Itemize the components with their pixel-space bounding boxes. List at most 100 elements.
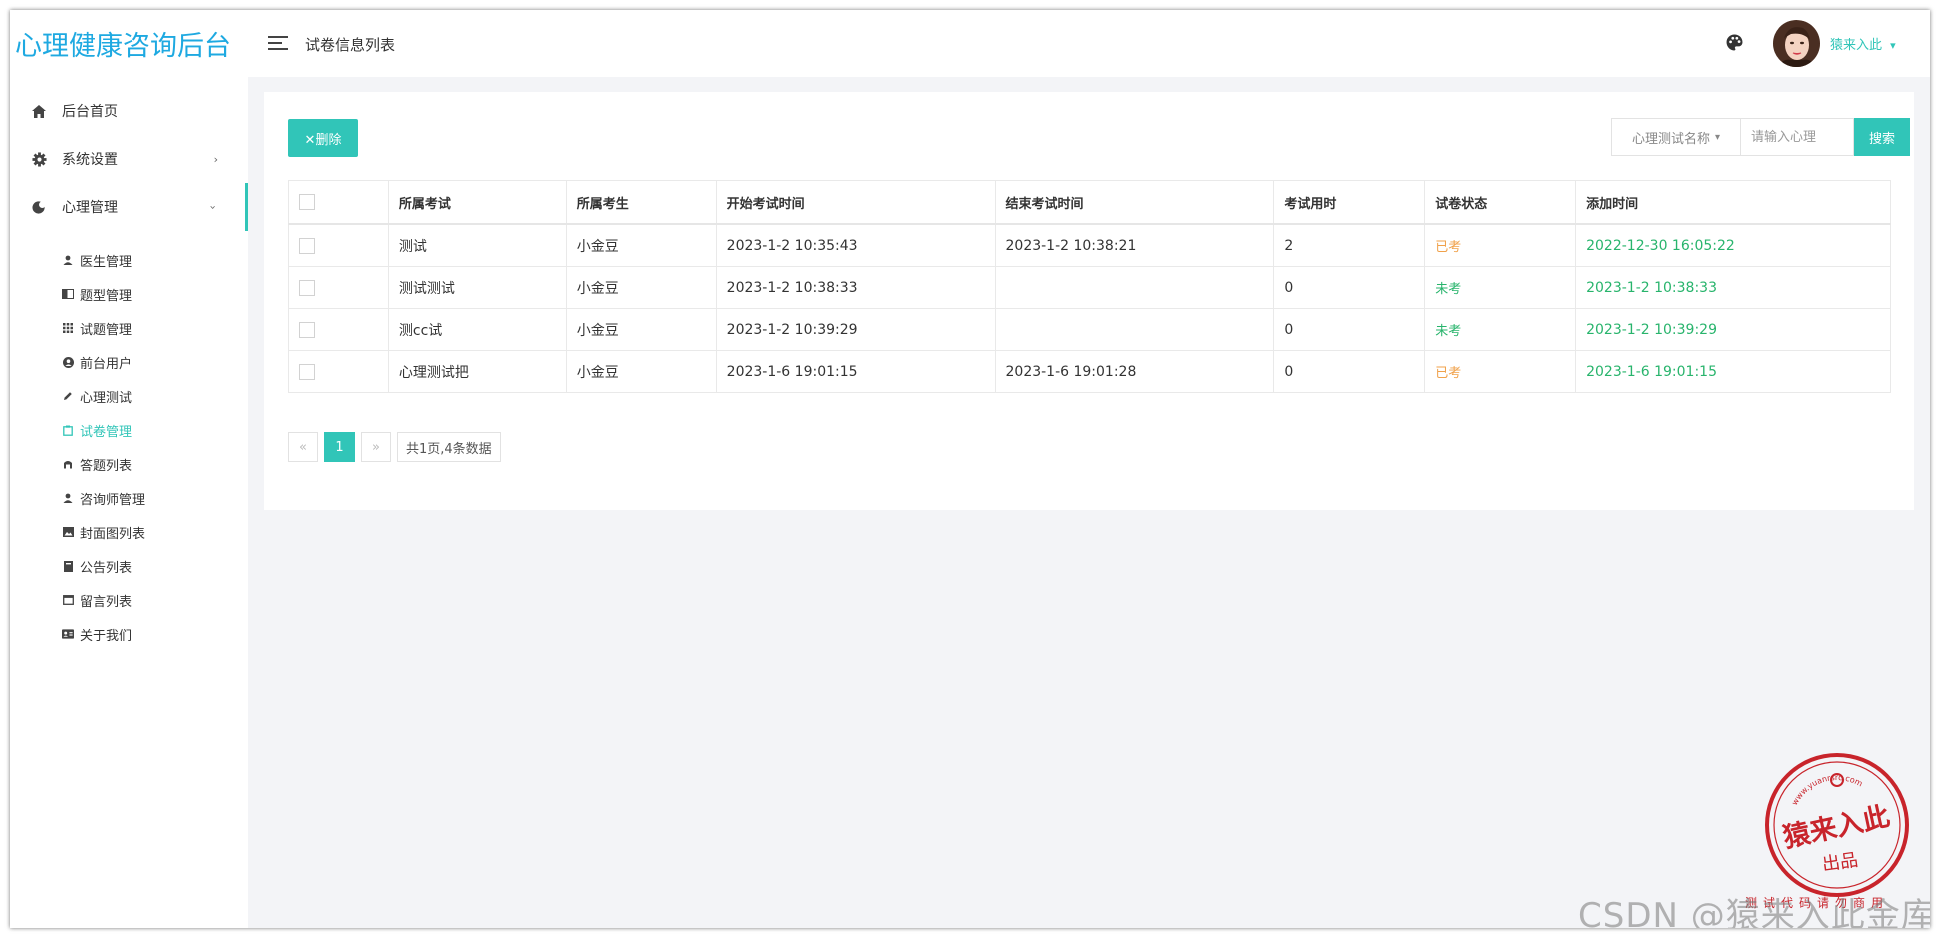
cell-start-time: 2023-1-2 10:38:33: [715, 266, 996, 309]
pagination-page-1[interactable]: 1: [324, 432, 355, 462]
stamp-main-text: 猿来入此: [1779, 801, 1892, 854]
column-header: 结束考试时间: [994, 180, 1275, 225]
row-checkbox[interactable]: [299, 237, 315, 254]
stamp-sub-text: 出品: [1821, 850, 1860, 876]
cell-student: 小金豆: [565, 223, 717, 267]
palette-icon[interactable]: [1726, 34, 1743, 55]
delete-button[interactable]: ✕删除: [288, 119, 358, 157]
table-row: 测cc试 小金豆 2023-1-2 10:39:29 0 未考 2023-1-2…: [288, 308, 1891, 351]
sidebar-subitem-questions[interactable]: 试题管理: [10, 311, 248, 345]
table-header-row: 所属考试 所属考生 开始考试时间 结束考试时间 考试用时 试卷状态 添加时间: [288, 180, 1891, 225]
puzzle-icon: [62, 459, 74, 469]
csdn-watermark: CSDN @猿来入此金库: [1578, 896, 1930, 928]
app-logo-title[interactable]: 心理健康咨询后台: [15, 24, 231, 63]
sidebar-subitem-counselors[interactable]: 咨询师管理: [10, 481, 248, 515]
caret-down-icon: ▾: [1714, 131, 1721, 143]
cell-start-time: 2023-1-6 19:01:15: [715, 350, 996, 393]
sidebar-item-home[interactable]: 后台首页: [10, 87, 248, 135]
sidebar-subitem-question-types[interactable]: 题型管理: [10, 277, 248, 311]
cell-duration: 0: [1273, 266, 1426, 309]
row-checkbox[interactable]: [299, 363, 315, 380]
cell-exam: 测cc试: [387, 308, 567, 351]
search-button[interactable]: 搜索: [1854, 118, 1910, 156]
avatar[interactable]: [1773, 20, 1820, 67]
papers-table: 所属考试 所属考生 开始考试时间 结束考试时间 考试用时 试卷状态 添加时间 测…: [288, 180, 1891, 393]
sidebar-item-label: 系统设置: [62, 152, 118, 168]
cell-start-time: 2023-1-2 10:35:43: [715, 223, 996, 267]
row-checkbox[interactable]: [299, 279, 315, 296]
sidebar-subitem-covers[interactable]: 封面图列表: [10, 515, 248, 549]
sidebar-subitem-label: 留言列表: [80, 594, 133, 610]
menu-toggle-icon[interactable]: [268, 36, 288, 50]
globe-icon: [30, 200, 48, 215]
notebook-icon: [62, 560, 74, 572]
cell-status: 未考: [1424, 308, 1577, 351]
cell-added-time: 2023-1-6 19:01:15: [1575, 350, 1891, 393]
table-row: 测试测试 小金豆 2023-1-2 10:38:33 0 未考 2023-1-2…: [288, 266, 1891, 309]
column-header: 考试用时: [1273, 180, 1426, 225]
column-header: 所属考生: [565, 180, 717, 225]
cell-end-time: 2023-1-6 19:01:28: [994, 350, 1275, 393]
sidebar-subitem-label: 试题管理: [80, 322, 133, 338]
column-header: 开始考试时间: [715, 180, 996, 225]
sidebar-subitem-label: 封面图列表: [80, 526, 146, 542]
cell-start-time: 2023-1-2 10:39:29: [715, 308, 996, 351]
cell-status: 未考: [1424, 266, 1577, 309]
id-card-icon: [62, 629, 74, 639]
table-row: 测试 小金豆 2023-1-2 10:35:43 2023-1-2 10:38:…: [288, 223, 1891, 267]
cell-status: 已考: [1424, 223, 1577, 267]
sidebar-subitem-about-us[interactable]: 关于我们: [10, 617, 248, 651]
cell-exam: 测试: [387, 223, 567, 267]
breadcrumb: 试卷信息列表: [305, 36, 396, 54]
search-group: 心理测试名称 ▾ 搜索: [1611, 118, 1910, 156]
sidebar-subitem-messages[interactable]: 留言列表: [10, 583, 248, 617]
cell-duration: 0: [1273, 350, 1426, 393]
image-icon: [62, 527, 74, 537]
pagination: « 1 » 共1页,4条数据: [288, 432, 507, 462]
select-all-checkbox[interactable]: [299, 194, 315, 210]
column-header: 试卷状态: [1424, 180, 1577, 225]
pagination-next[interactable]: »: [361, 432, 391, 462]
chevron-right-icon: ›: [213, 152, 218, 166]
username-label: 猿来入此: [1830, 38, 1883, 53]
sidebar-subitem-label: 前台用户: [80, 356, 133, 372]
cell-end-time: [994, 308, 1275, 351]
book-icon: [62, 289, 74, 299]
sidebar-item-psych-management[interactable]: 心理管理 ›: [10, 183, 248, 231]
sidebar-subitem-doctors[interactable]: 医生管理: [10, 243, 248, 277]
sidebar-subitem-frontend-users[interactable]: 前台用户: [10, 345, 248, 379]
sidebar-subitem-label: 咨询师管理: [80, 492, 146, 508]
user-icon: [62, 493, 74, 503]
caret-down-icon: ▾: [1890, 39, 1896, 52]
pagination-prev[interactable]: «: [288, 432, 318, 462]
sidebar-subitem-notices[interactable]: 公告列表: [10, 549, 248, 583]
sidebar-subitem-answers[interactable]: 答题列表: [10, 447, 248, 481]
sidebar-item-system-settings[interactable]: 系统设置 ›: [10, 135, 248, 183]
status-badge: 未考: [1435, 324, 1462, 339]
search-type-select[interactable]: 心理测试名称 ▾: [1611, 118, 1741, 156]
top-bar: 试卷信息列表 猿来入此 ▾: [248, 10, 1930, 77]
user-menu[interactable]: 猿来入此 ▾: [1830, 34, 1896, 53]
window-icon: [62, 595, 74, 605]
row-select-cell: [288, 266, 389, 309]
cell-status: 已考: [1424, 350, 1577, 393]
stamp-url-text: www.yuanrsrc.com: [1790, 773, 1864, 807]
sidebar-item-label: 后台首页: [62, 104, 118, 120]
sidebar-subitem-label: 公告列表: [80, 560, 133, 576]
grid-icon: [62, 323, 74, 333]
sidebar-subitem-label: 题型管理: [80, 288, 133, 304]
status-badge: 已考: [1435, 366, 1462, 381]
cell-added-time: 2023-1-2 10:38:33: [1575, 266, 1891, 309]
sidebar-subitem-label: 心理测试: [80, 390, 133, 406]
sidebar-subitem-papers[interactable]: 试卷管理: [10, 413, 248, 447]
sidebar-subitem-psych-tests[interactable]: 心理测试: [10, 379, 248, 413]
cell-duration: 2: [1273, 223, 1426, 267]
cell-added-time: 2022-12-30 16:05:22: [1575, 223, 1891, 267]
search-input[interactable]: [1741, 118, 1854, 156]
table-row: 心理测试把 小金豆 2023-1-6 19:01:15 2023-1-6 19:…: [288, 350, 1891, 393]
app-frame: 心理健康咨询后台 后台首页 系统设置 › 心理管理 › 医生管理 题型管理 试题…: [10, 10, 1930, 928]
row-checkbox[interactable]: [299, 321, 315, 338]
user-icon: [62, 255, 74, 265]
gear-icon: [30, 151, 48, 167]
clipboard-icon: [62, 425, 74, 436]
